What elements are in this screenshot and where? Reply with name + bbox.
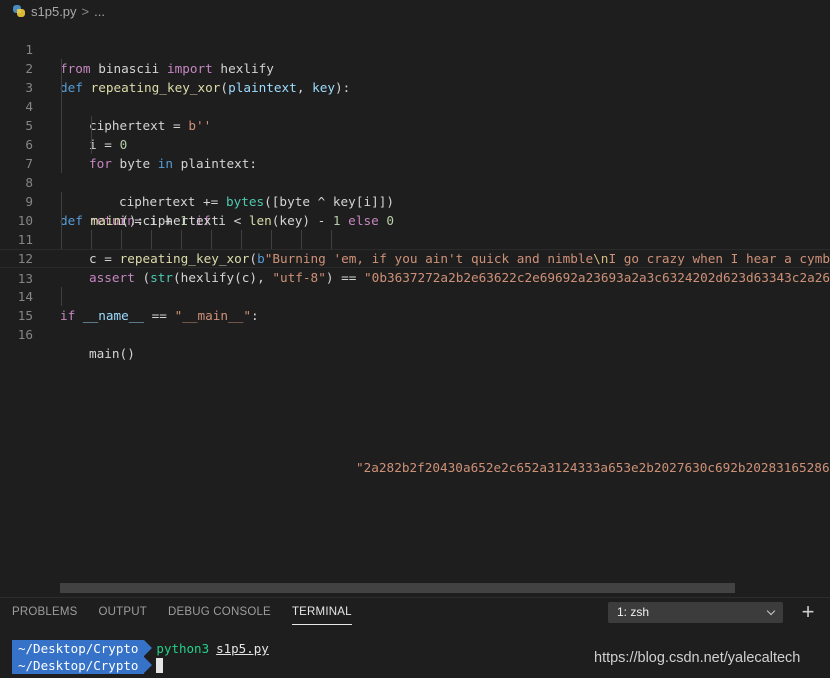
breadcrumb-file[interactable]: s1p5.py [31,4,77,19]
indent-guide [301,230,302,249]
code-line[interactable]: 3 ciphertext = b'' [0,59,830,133]
indent-guide [61,116,62,135]
indent-guide [241,230,242,249]
indent-guide [61,192,62,211]
indent-guide [151,230,152,249]
terminal-line[interactable]: ~/Desktop/Crypto python3 s1p5.py [12,640,269,657]
indent-guide [61,287,62,306]
code-text: main() [89,346,135,361]
terminal-prompt: ~/Desktop/Crypto [12,640,153,657]
terminal-argument[interactable]: s1p5.py [216,640,269,657]
indent-guide [211,230,212,249]
code-line[interactable]: 16 [0,306,830,342]
indent-guide [61,211,62,230]
plus-icon[interactable]: + [798,598,818,626]
code-line[interactable]: 10 c = repeating_key_xor(b"Burning 'em, … [0,192,830,266]
chevron-right-icon: > [81,3,90,19]
indent-guide [61,135,62,154]
line-number: 16 [17,327,33,342]
code-line[interactable]: 15 main() [0,287,830,361]
code-line[interactable]: 6 ciphertext += bytes([byte ^ key[i]]) [0,116,830,209]
code-line[interactable]: 1 from binascii import hexlify [0,21,830,76]
string: "2a282b2f20430a652e2c652a3124333a653e2b2… [356,460,830,475]
python-file-icon [12,4,26,18]
indent-guide [61,154,62,173]
code-line[interactable]: 14 if __name__ == "__main__": [0,268,830,323]
horizontal-scrollbar[interactable] [60,583,735,593]
terminal-cursor [156,658,164,673]
indent-guide [271,230,272,249]
terminal-line[interactable]: ~/Desktop/Crypto [12,657,164,674]
code-line[interactable]: 7 i = i + 1 if i < len(key) - 1 else 0 [0,135,830,228]
code-line[interactable]: 8 return ciphertext [0,154,830,228]
code-line[interactable]: 4 i = 0 [0,78,830,152]
indent-guide [61,97,62,116]
indent-guide [91,135,92,154]
code-line[interactable]: 2 def repeating_key_xor(plaintext, key): [0,40,830,95]
breadcrumb-more[interactable]: ... [94,4,105,19]
terminal-command: python3 [156,641,210,656]
code-line[interactable]: 11 assert (str(hexlify(c), "utf-8") == "… [0,211,830,285]
code-line[interactable]: 9 def main(): [0,173,830,228]
code-editor[interactable]: 1 from binascii import hexlify 2 def rep… [0,21,830,581]
indent-guide [121,230,122,249]
chevron-down-icon [766,606,776,616]
shell-select-value: 1: zsh [617,605,650,619]
terminal-prompt: ~/Desktop/Crypto [12,657,153,674]
tab-terminal[interactable]: TERMINAL [291,606,352,625]
watermark: https://blog.csdn.net/yalecaltech [594,650,801,666]
terminal-shell-select[interactable]: 1: zsh [608,602,783,623]
code-line-current[interactable]: 13 [0,249,830,286]
indent-guide [331,230,332,249]
tab-output[interactable]: OUTPUT [99,606,147,625]
tab-problems[interactable]: PROBLEMS [12,606,78,625]
tab-debug-console[interactable]: DEBUG CONSOLE [168,606,271,625]
indent-guide [91,116,92,135]
indent-guide [61,230,62,249]
breadcrumb: s1p5.py > ... [0,0,830,22]
indent-guide [61,59,62,78]
panel-tabs: PROBLEMS OUTPUT DEBUG CONSOLE TERMINAL [12,606,352,625]
code-line[interactable]: 5 for byte in plaintext: [0,97,830,171]
indent-guide [181,230,182,249]
code-line[interactable]: 12 "2a282b2f20430a652e2c652a3124333a653e… [0,230,830,475]
indent-guide [91,230,92,249]
indent-guide [61,78,62,97]
